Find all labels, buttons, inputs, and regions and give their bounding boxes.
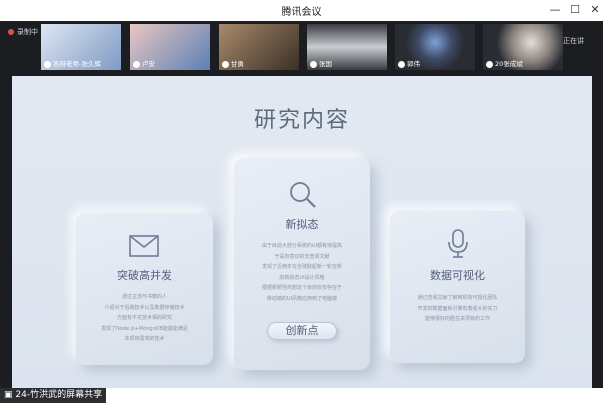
card-title: 数据可视化 [430,269,485,282]
stage-border-right [592,76,603,388]
envelope-icon [129,235,159,257]
mic-icon [133,60,140,68]
mic-icon [44,60,51,68]
active-speaker-indicator[interactable]: 正在讲 [563,36,584,46]
screen-share-icon: ▣ [4,390,13,400]
slide-title: 研究内容 [253,108,350,133]
card-title: 新拟态 [285,218,319,231]
participant-tile[interactable]: 甘勇 [219,24,299,70]
card-text: 由于目前大部分系统的UI都有待提高 于是有意识的去查阅文献 发现了近两年在全球掀… [261,243,343,302]
record-icon [8,29,14,35]
mic-icon [222,60,229,68]
participant-name: 郭伟 [407,60,420,68]
close-icon[interactable]: ✕ [587,2,603,18]
minimize-icon[interactable]: — [547,2,563,18]
window-title: 腾讯会议 [281,7,322,18]
maximize-icon[interactable]: ☐ [567,2,583,18]
card-text: 通过查阅文献了解到现有可视化团队 开发的数据面板引擎有着强大的实力 能够很好的胜… [417,295,498,322]
screen-share-text: 24-竹洪武的屏幕共享 [15,390,103,400]
card-neumorphism: 新拟态 由于目前大部分系统的UI都有待提高 于是有意识的去查阅文献 发现了近两年… [234,158,370,370]
screen-share-label[interactable]: ▣ 24-竹洪武的屏幕共享 [0,388,107,403]
mic-icon [310,60,317,68]
title-bar: 腾讯会议 — ☐ ✕ [0,0,603,21]
recording-label: 录制中 [17,28,38,36]
card-data-visualization: 数据可视化 通过查阅文献了解到现有可视化团队 开发的数据面板引擎有着强大的实力 … [390,211,525,363]
participant-name: 20张成斌 [495,60,523,68]
participant-tile[interactable]: 答辩老师-张久辉 [41,24,121,70]
mic-icon [398,60,405,68]
participant-tile[interactable]: 张国 [307,24,387,70]
active-speaker-label: 正在讲 [563,37,584,45]
participant-name: 卢安 [142,60,155,68]
card-title: 突破高并发 [117,269,172,282]
participant-tile[interactable]: 20张成斌 [483,24,563,70]
innovation-button[interactable]: 创新点 [267,322,337,340]
mic-icon [486,60,493,68]
participant-name: 张国 [319,60,332,68]
participant-tile[interactable]: 卢安 [130,24,210,70]
stage-border-left [0,76,12,388]
card-high-concurrency: 突破高并发 通过主流与书籍的人 介绍对于后端技术以及数据存储技术 方面有不定技术… [76,213,213,365]
participant-name: 甘勇 [231,60,244,68]
recording-indicator[interactable]: 录制中 [8,27,38,37]
search-icon [290,182,316,208]
card-text: 通过主流与书籍的人 介绍对于后端技术以及数据存储技术 方面有不定技术相的研究 发… [101,294,188,342]
shared-slide: 研究内容 突破高并发 通过主流与书籍的人 介绍对于后端技术以及数据存储技术 方面… [12,76,592,388]
participant-tile[interactable]: 郭伟 [395,24,475,70]
participant-name: 答辩老师-张久辉 [53,60,101,68]
microphone-icon [448,229,468,258]
